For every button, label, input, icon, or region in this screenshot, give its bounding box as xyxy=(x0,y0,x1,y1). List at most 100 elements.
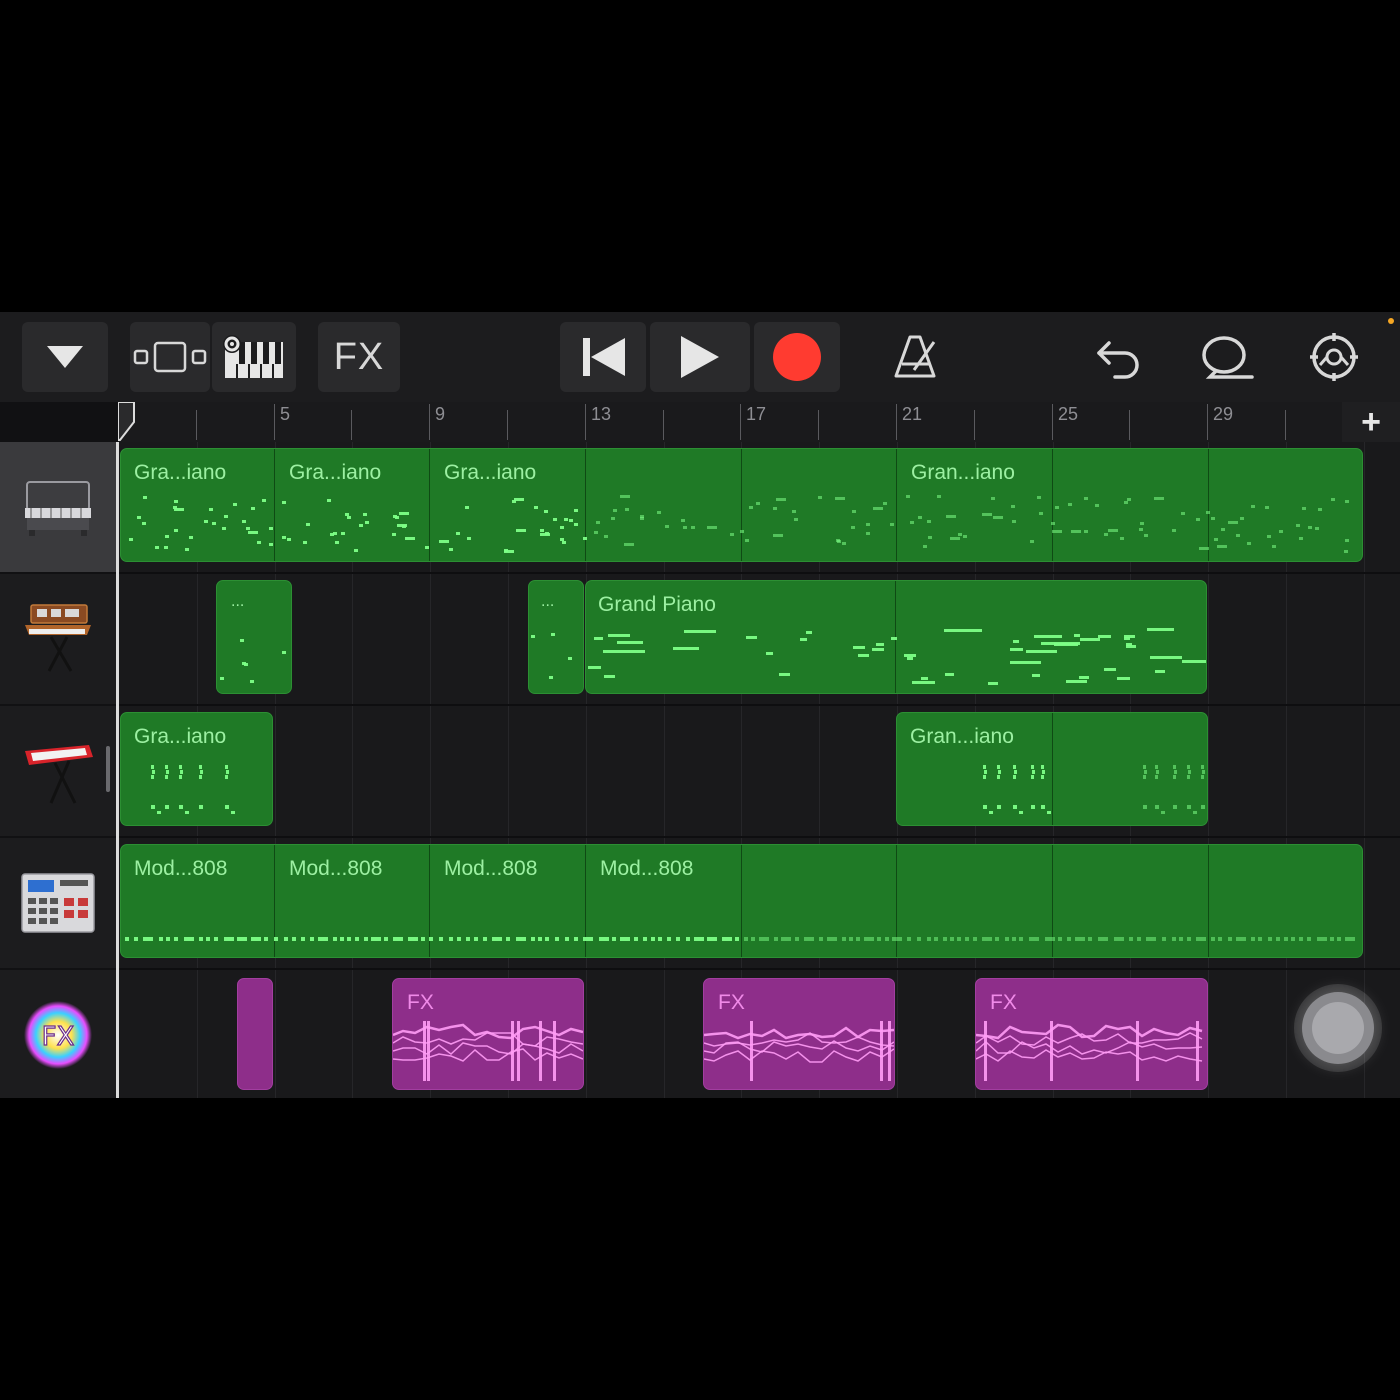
note xyxy=(540,529,544,532)
note xyxy=(1155,805,1159,809)
note xyxy=(965,937,969,941)
tracks-menu-button[interactable] xyxy=(22,322,108,392)
note xyxy=(1068,503,1072,506)
note xyxy=(1201,765,1204,769)
note xyxy=(918,516,922,519)
note xyxy=(303,541,307,544)
note xyxy=(1014,770,1017,774)
note xyxy=(612,937,616,941)
note xyxy=(365,521,369,524)
rewind-button[interactable] xyxy=(560,322,646,392)
region-fx-small[interactable] xyxy=(237,978,273,1090)
note xyxy=(694,937,704,941)
fx-button[interactable]: FX xyxy=(318,322,400,392)
lane-gridline xyxy=(1208,706,1209,836)
region-label: Gra...iano xyxy=(134,725,227,748)
lane-gridline xyxy=(1286,706,1287,836)
note xyxy=(997,775,1000,779)
record-button[interactable] xyxy=(754,322,840,392)
note xyxy=(282,536,286,539)
region-synth-grand-piano[interactable]: Grand Piano xyxy=(585,580,1207,694)
playhead-icon[interactable] xyxy=(118,402,136,442)
region-label: Gra...iano xyxy=(134,461,227,484)
lane-gridline xyxy=(1286,574,1287,704)
ruler-tick xyxy=(351,410,352,440)
note xyxy=(1074,634,1080,637)
note xyxy=(993,516,1003,519)
lane-fx[interactable]: FX FX FX xyxy=(119,970,1400,1098)
note xyxy=(943,937,947,941)
note xyxy=(1251,937,1255,941)
track-header-grand-piano[interactable] xyxy=(0,442,116,572)
note xyxy=(1206,511,1210,514)
note xyxy=(384,937,388,941)
undo-button[interactable] xyxy=(1088,322,1148,392)
note xyxy=(1155,775,1158,779)
note xyxy=(1037,496,1041,499)
note xyxy=(603,650,645,653)
ruler-bar-number: 21 xyxy=(902,404,923,424)
loop-browser-button[interactable] xyxy=(1194,322,1258,392)
region-grand-piano[interactable]: Gra...iano Gra...iano Gra...iano Gran...… xyxy=(120,448,1363,562)
settings-button[interactable] xyxy=(1304,322,1364,392)
track-header-synth[interactable] xyxy=(0,574,116,704)
lane-gridline xyxy=(430,574,431,704)
region-drum-machine[interactable]: Mod...808 Mod...808 Mod...808 Mod...808 xyxy=(120,844,1363,958)
metronome-button[interactable] xyxy=(886,322,946,392)
region-red-keyboard-2[interactable]: Gran...iano xyxy=(896,712,1208,826)
note xyxy=(1267,535,1271,538)
lane-gridline xyxy=(352,706,353,836)
note xyxy=(746,636,757,639)
note xyxy=(134,937,138,941)
note xyxy=(179,765,182,769)
play-button[interactable] xyxy=(650,322,750,392)
view-toggle-button[interactable] xyxy=(130,322,210,392)
track-resize-handle[interactable] xyxy=(106,746,110,792)
note xyxy=(983,775,986,779)
region-fx-3[interactable]: FX xyxy=(975,978,1208,1090)
track-header-fx[interactable]: FX xyxy=(0,970,116,1098)
region-red-keyboard-1[interactable]: Gra...iano xyxy=(120,712,273,826)
note xyxy=(594,531,598,534)
region-fx-1[interactable]: FX xyxy=(392,978,584,1090)
note xyxy=(545,937,549,941)
region-synth-short-1[interactable]: ... xyxy=(216,580,292,694)
note xyxy=(225,805,229,809)
lane-gridline xyxy=(430,706,431,836)
note xyxy=(997,765,1000,769)
plus-icon: + xyxy=(1361,403,1381,441)
region-fx-2[interactable]: FX xyxy=(703,978,895,1090)
note xyxy=(555,937,559,941)
note xyxy=(781,937,791,941)
note xyxy=(137,516,141,519)
note xyxy=(1013,775,1016,779)
note xyxy=(1052,530,1062,533)
region-label: ... xyxy=(541,593,555,610)
loop-icon xyxy=(1202,336,1254,379)
joystick-knob[interactable] xyxy=(1312,1002,1364,1054)
keyboard-settings-button[interactable] xyxy=(212,322,296,392)
note xyxy=(538,937,542,941)
region-label: Gra...iano xyxy=(289,461,382,484)
note xyxy=(1172,937,1176,941)
lane-grand-piano[interactable]: Gra...iano Gra...iano Gra...iano Gran...… xyxy=(119,442,1400,574)
note xyxy=(449,548,453,551)
track-header-red-keyboard[interactable] xyxy=(0,706,116,836)
note xyxy=(856,937,860,941)
note xyxy=(686,937,690,941)
note xyxy=(199,765,202,769)
note xyxy=(184,937,194,941)
region-synth-short-2[interactable]: ... xyxy=(528,580,584,694)
note xyxy=(439,540,449,543)
remote-control-joystick[interactable] xyxy=(1302,992,1374,1064)
lane-red-keyboard[interactable]: Gra...iano Gran...iano xyxy=(119,706,1400,838)
lane-drum-machine[interactable]: Mod...808 Mod...808 Mod...808 Mod...808 xyxy=(119,838,1400,970)
lane-synth[interactable]: ... ... Grand Piano xyxy=(119,574,1400,706)
timeline-ruler[interactable]: 5 9 13 17 21 25 29 + xyxy=(118,402,1400,442)
add-section-button[interactable]: + xyxy=(1342,402,1400,442)
note xyxy=(890,523,894,526)
note xyxy=(225,765,228,769)
track-header-drum-machine[interactable] xyxy=(0,838,116,968)
note xyxy=(1054,643,1078,646)
note xyxy=(1182,660,1206,663)
